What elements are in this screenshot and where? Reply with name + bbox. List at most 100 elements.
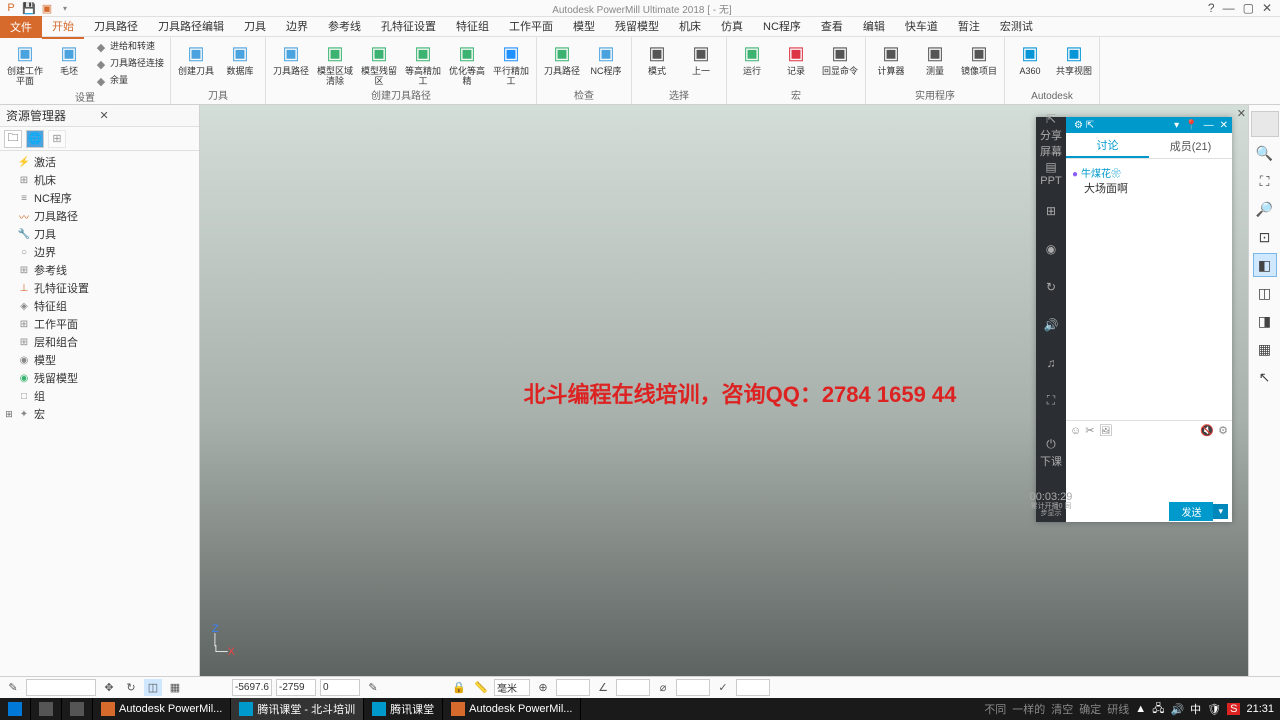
zoom-window-icon[interactable]: ⊡ <box>1253 225 1277 249</box>
ribbon-item[interactable]: ▣优化等高精 <box>446 39 488 87</box>
ribbon-item[interactable]: ▣等高精加工 <box>402 39 444 87</box>
image-icon[interactable]: 🖼 <box>1098 424 1112 437</box>
ribbon-item[interactable]: ▣刀具路径 <box>270 39 312 77</box>
ribbon-item[interactable]: ▣模型区域清除 <box>314 39 356 87</box>
share-screen-button[interactable]: ⇱ 分享屏幕 <box>1040 121 1062 149</box>
view-shaded-icon[interactable]: ◧ <box>1253 253 1277 277</box>
taskbar-item[interactable] <box>0 698 31 720</box>
status-unit[interactable]: 毫米 <box>494 679 530 696</box>
zoom-out-icon[interactable]: 🔎 <box>1253 197 1277 221</box>
chat-dropdown-icon[interactable]: ▾ <box>1174 120 1179 131</box>
taskbar-item[interactable] <box>31 698 62 720</box>
tree-item[interactable]: ◉模型 <box>2 351 197 369</box>
ribbon-item[interactable]: ▣毛坯 <box>48 39 90 77</box>
ribbon-item[interactable]: ◆余量 <box>92 73 166 89</box>
chat-side-cam[interactable]: ◉ <box>1040 235 1062 263</box>
ribbon-item[interactable]: ◆进给和转速 <box>92 39 166 55</box>
chat-side-ppt[interactable]: ▤PPT <box>1040 159 1062 187</box>
tray-s-icon[interactable]: S <box>1227 703 1240 715</box>
tray-text-2[interactable]: 一样的 <box>1012 701 1045 717</box>
status-dropdown[interactable] <box>26 679 96 696</box>
ribbon-tab-6[interactable]: 孔特征设置 <box>371 15 446 39</box>
file-tab[interactable]: 文件 <box>0 16 42 38</box>
chat-close-icon[interactable]: ✕ <box>1220 120 1228 131</box>
view-cube[interactable] <box>1251 111 1279 137</box>
ribbon-tab-16[interactable]: 快车道 <box>895 15 948 39</box>
view-persp-icon[interactable]: ▦ <box>1253 337 1277 361</box>
tree-item[interactable]: ⊞工作平面 <box>2 315 197 333</box>
chat-side-music[interactable]: ♫ <box>1040 349 1062 377</box>
qat-dropdown-icon[interactable]: ▾ <box>58 1 72 15</box>
status-inp1[interactable] <box>556 679 590 696</box>
ribbon-tab-2[interactable]: 刀具路径编辑 <box>148 15 234 39</box>
status-coord-x[interactable]: -5697.6 <box>232 679 272 696</box>
status-move-icon[interactable]: ✥ <box>100 679 118 696</box>
scissors-icon[interactable]: ✂ <box>1085 424 1094 437</box>
chat-side-mode[interactable]: ⊞ <box>1040 197 1062 225</box>
taskbar-item[interactable]: 腾讯课堂 - 北斗培训 <box>231 698 364 720</box>
settings-icon[interactable]: ⚙ <box>1218 424 1228 437</box>
status-ruler-icon[interactable]: 📏 <box>472 679 490 696</box>
tree-item[interactable]: ⊞机床 <box>2 171 197 189</box>
tree-item[interactable]: ○边界 <box>2 243 197 261</box>
taskbar-item[interactable]: 腾讯课堂 <box>364 698 443 720</box>
tree-item[interactable]: ◉残留模型 <box>2 369 197 387</box>
ribbon-item[interactable]: ▣NC程序 <box>585 39 627 77</box>
chat-tab-discuss[interactable]: 讨论 <box>1066 133 1149 158</box>
taskbar-item[interactable] <box>62 698 93 720</box>
status-diam-icon[interactable]: ⌀ <box>654 679 672 696</box>
status-lock-icon[interactable]: 🔒 <box>450 679 468 696</box>
chat-gear-icon[interactable]: ⚙ ⇱ <box>1074 120 1094 131</box>
status-inp2[interactable] <box>616 679 650 696</box>
send-dropdown-icon[interactable]: ▾ <box>1213 504 1228 519</box>
tray-net-icon[interactable]: 🖧 <box>1152 700 1164 719</box>
ribbon-item[interactable]: ▣运行 <box>731 39 773 77</box>
status-inp3[interactable] <box>676 679 710 696</box>
emoji-icon[interactable]: ☺ <box>1070 425 1081 437</box>
tray-shield-icon[interactable]: 🛡 <box>1207 703 1221 716</box>
tree-item[interactable]: ⚡激活 <box>2 153 197 171</box>
viewport-close-icon[interactable]: ✕ <box>1237 107 1246 120</box>
tree-item[interactable]: ⊞✦宏 <box>2 405 197 423</box>
status-grid-icon[interactable]: ▦ <box>166 679 184 696</box>
ribbon-tab-17[interactable]: 暂注 <box>948 15 990 39</box>
tree-item[interactable]: 〰刀具路径 <box>2 207 197 225</box>
tray-ime-icon[interactable]: 中 <box>1190 701 1201 717</box>
help-icon[interactable]: ? <box>1208 1 1215 15</box>
explorer-close-icon[interactable]: ✕ <box>100 109 194 122</box>
chat-side-full[interactable]: ⛶ <box>1040 387 1062 415</box>
ribbon-item[interactable]: ▣模型残留区 <box>358 39 400 87</box>
mute-icon[interactable]: 🔇 <box>1200 424 1214 437</box>
chat-side-refresh[interactable]: ↻ <box>1040 273 1062 301</box>
tray-text-5[interactable]: 研线 <box>1107 701 1129 717</box>
tree-item[interactable]: 🔧刀具 <box>2 225 197 243</box>
tree-item[interactable]: ≡NC程序 <box>2 189 197 207</box>
ribbon-item[interactable]: ▣记录 <box>775 39 817 77</box>
cursor-icon[interactable]: ↖ <box>1253 365 1277 389</box>
status-target-icon[interactable]: ⊕ <box>534 679 552 696</box>
ribbon-tab-4[interactable]: 边界 <box>276 15 318 39</box>
tray-up-icon[interactable]: ▲ <box>1135 703 1146 715</box>
ribbon-tab-1[interactable]: 刀具路径 <box>84 15 148 39</box>
ribbon-item[interactable]: ▣回显命令 <box>819 39 861 77</box>
ribbon-item[interactable]: ▣模式 <box>636 39 678 77</box>
tree-item[interactable]: ◈特征组 <box>2 297 197 315</box>
chat-min-icon[interactable]: — <box>1204 120 1214 131</box>
zoom-fit-icon[interactable]: ⛶ <box>1253 169 1277 193</box>
viewport[interactable]: 北斗编程在线培训，咨询QQ：2784 1659 44 Z │ └─X ✕ 🔍 ⛶… <box>200 105 1280 680</box>
ribbon-item[interactable]: ▣上一 <box>680 39 722 77</box>
ribbon-item[interactable]: ▣测量 <box>914 39 956 77</box>
ribbon-item[interactable]: ▣平行精加工 <box>490 39 532 87</box>
explorer-tool-2[interactable]: 🌐 <box>26 130 44 148</box>
send-button[interactable]: 发送 <box>1169 502 1213 521</box>
status-coord-y[interactable]: -2759 <box>276 679 316 696</box>
taskbar-item[interactable]: Autodesk PowerMil... <box>443 698 581 720</box>
ribbon-item[interactable]: ▣A360 <box>1009 39 1051 77</box>
ribbon-item[interactable]: ▣刀具路径 <box>541 39 583 77</box>
tray-text-3[interactable]: 清空 <box>1051 701 1073 717</box>
ribbon-tab-13[interactable]: NC程序 <box>753 15 811 39</box>
tray-text-4[interactable]: 确定 <box>1079 701 1101 717</box>
minimize-icon[interactable]: — <box>1223 1 1235 15</box>
tree-item[interactable]: □组 <box>2 387 197 405</box>
ribbon-tab-10[interactable]: 残留模型 <box>605 15 669 39</box>
